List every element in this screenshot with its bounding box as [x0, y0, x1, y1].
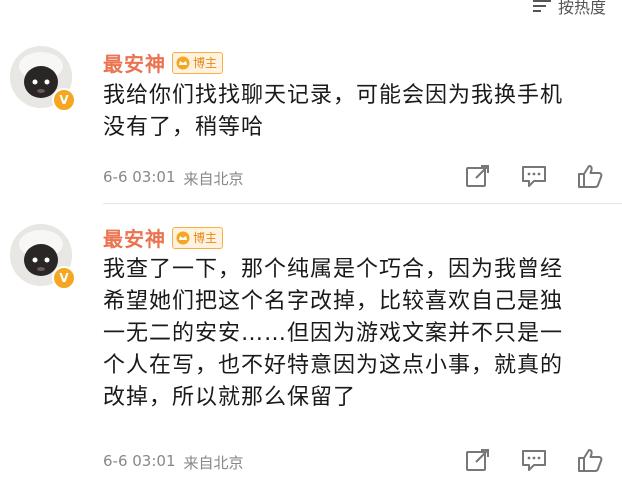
crown-icon [176, 231, 190, 244]
like-icon[interactable] [576, 447, 604, 473]
sort-label: 按热度 [557, 0, 606, 17]
host-badge: 博主 [172, 226, 224, 249]
comment-time: 6-6 03:01 [103, 168, 176, 186]
host-badge-label: 博主 [193, 56, 218, 70]
comment-location: 来自北京 [183, 454, 244, 472]
host-badge: 博主 [172, 51, 224, 74]
avatar[interactable]: V [10, 46, 76, 112]
share-icon[interactable] [464, 447, 492, 473]
comment-text: 我查了一下，那个纯属是个巧合，因为我曾经 希望她们把这个名字改掉，比较喜欢自己是… [103, 257, 564, 410]
comment-time: 6-6 03:01 [103, 452, 176, 470]
crown-icon [176, 56, 190, 69]
username[interactable]: 最安神 [103, 223, 166, 252]
avatar[interactable]: V [10, 224, 76, 290]
comment-location: 来自北京 [183, 170, 244, 188]
like-icon[interactable] [576, 163, 604, 189]
comment-icon[interactable] [520, 163, 548, 189]
host-badge-label: 博主 [193, 231, 218, 245]
divider [103, 203, 622, 204]
share-icon[interactable] [464, 163, 492, 189]
verified-badge-icon: V [52, 266, 76, 290]
username[interactable]: 最安神 [103, 48, 166, 77]
verified-badge-icon: V [52, 88, 76, 112]
comment-icon[interactable] [520, 447, 548, 473]
sort-control[interactable]: 按热度 [532, 0, 606, 17]
comment-text: 我给你们找找聊天记录，可能会因为我换手机 没有了，稍等哈 [103, 83, 564, 140]
sort-icon [532, 0, 551, 12]
